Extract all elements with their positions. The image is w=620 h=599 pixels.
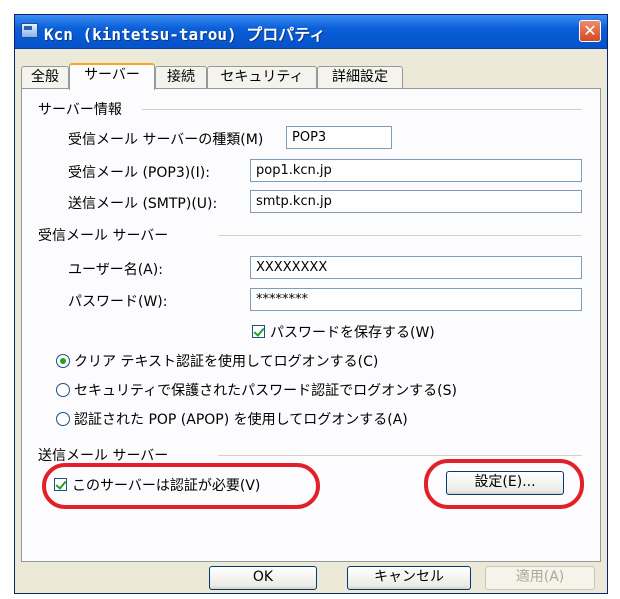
account-icon [21,23,38,38]
tab-connection[interactable]: 接続 [155,66,207,88]
close-button[interactable]: ✕ [579,20,601,42]
cancel-button[interactable]: キャンセル [347,566,471,590]
highlight-settings-button [424,459,584,509]
username-label: ユーザー名(A): [68,262,163,278]
ok-button[interactable]: OK [209,566,317,590]
group-server-info: サーバー情報 [38,102,122,118]
apply-button[interactable]: 適用(A) [485,566,595,590]
radio-spa[interactable] [56,383,70,397]
server-tab-panel: サーバー情報 受信メール サーバーの種類(M) POP3 受信メール (POP3… [21,88,601,562]
radio-apop[interactable] [56,412,70,426]
group-incoming-server: 受信メール サーバー [38,228,169,244]
incoming-server-label: 受信メール (POP3)(I): [68,165,210,181]
group-divider [218,455,582,456]
highlight-auth-required [42,463,320,509]
radio-cleartext-label: クリア テキスト認証を使用してログオンする(C) [74,354,379,370]
radio-spa-label: セキュリティで保護されたパスワード認証でログオンする(S) [74,383,457,399]
remember-password-checkbox[interactable] [252,325,265,338]
password-label: パスワード(W): [68,294,168,310]
group-divider [218,235,582,236]
tab-advanced[interactable]: 詳細設定 [317,66,403,88]
tab-security[interactable]: セキュリティ [207,66,317,88]
incoming-server-input[interactable]: pop1.kcn.jp [250,159,582,182]
radio-apop-label: 認証された POP (APOP) を使用してログオンする(A) [74,412,408,428]
remember-password-label: パスワードを保存する(W) [270,325,435,341]
radio-cleartext[interactable] [56,354,70,368]
group-outgoing-server: 送信メール サーバー [38,448,169,464]
tab-general[interactable]: 全般 [21,66,69,88]
incoming-type-field: POP3 [286,126,392,149]
properties-dialog: Kcn (kintetsu-tarou) プロパティ ✕ 全般 サーバー 接続 … [14,14,608,594]
title-bar[interactable]: Kcn (kintetsu-tarou) プロパティ ✕ [15,15,607,49]
incoming-type-label: 受信メール サーバーの種類(M) [68,132,264,148]
username-input[interactable]: XXXXXXXX [250,256,582,279]
outgoing-server-label: 送信メール (SMTP)(U): [68,196,218,212]
outgoing-server-input[interactable]: smtp.kcn.jp [250,190,582,213]
window-title: Kcn (kintetsu-tarou) プロパティ [44,25,326,44]
password-input[interactable]: ******** [250,288,582,311]
tab-server[interactable]: サーバー [69,63,155,90]
group-divider [142,109,582,110]
